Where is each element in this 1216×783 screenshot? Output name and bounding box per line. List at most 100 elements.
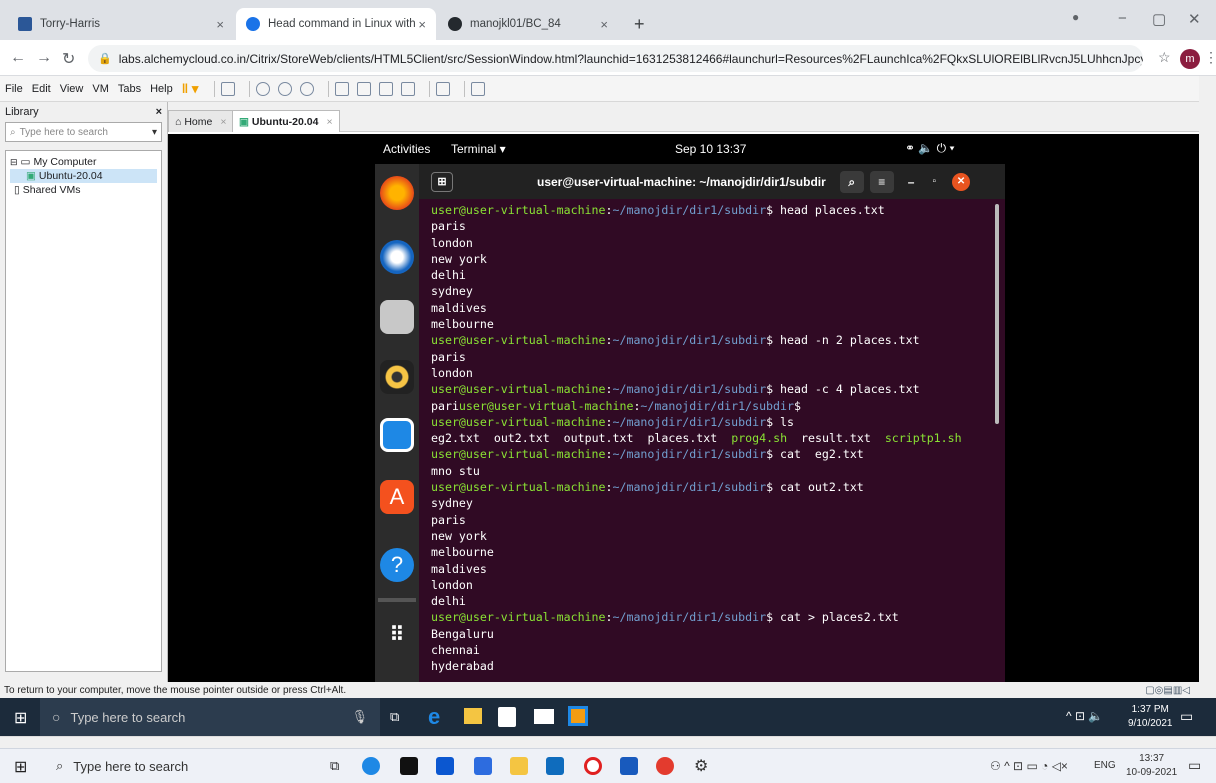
show-library-icon[interactable] [335, 81, 350, 96]
browser-tab-github[interactable]: manojkl01/BC_84 × [438, 8, 618, 40]
firefox-icon[interactable] [380, 176, 414, 210]
stretch-guest-icon[interactable] [471, 81, 486, 96]
tab-ubuntu[interactable]: ▣ Ubuntu-20.04 × [232, 110, 340, 132]
browser-tab-torry-harris[interactable]: Torry-Harris × [8, 8, 234, 40]
terminal-app-menu[interactable]: Terminal ▾ [451, 142, 506, 156]
close-tab-icon[interactable]: × [220, 116, 226, 128]
settings-gear-icon[interactable]: ⚙ [694, 756, 708, 776]
minimize-icon[interactable]: – [908, 175, 915, 189]
tab-search-icon[interactable]: ● [1072, 10, 1079, 24]
maximize-icon[interactable]: ▢ [1152, 10, 1166, 28]
language-indicator[interactable]: ENG [1094, 760, 1116, 771]
vm-console[interactable]: Activities Terminal ▾ Sep 10 13:37 ⚭ 🔈 ⏻… [168, 134, 1199, 682]
horizontal-scrollbar[interactable] [0, 736, 1216, 748]
store-icon[interactable] [400, 757, 418, 775]
menu-vm[interactable]: VM [92, 83, 109, 95]
windows-start-icon[interactable]: ⊞ [14, 757, 27, 777]
url-field[interactable]: 🔒 labs.alchemycloud.co.in/Citrix/StoreWe… [88, 45, 1143, 72]
close-icon[interactable]: ✕ [952, 172, 971, 191]
opera-icon[interactable] [584, 757, 602, 775]
search-icon[interactable]: ⌕ [839, 170, 864, 193]
visual-studio-icon[interactable] [474, 757, 492, 775]
send-ctrl-alt-del-icon[interactable] [221, 81, 236, 96]
menu-help[interactable]: Help [150, 83, 173, 95]
mail-icon[interactable] [534, 709, 554, 724]
file-explorer-icon[interactable] [510, 757, 528, 775]
close-library-icon[interactable]: × [156, 106, 162, 118]
back-icon[interactable]: ← [10, 49, 26, 67]
maximize-icon[interactable]: ▫ [932, 176, 936, 187]
tree-item-shared-vms[interactable]: ▯ Shared VMs [10, 183, 157, 197]
vmware-icon[interactable] [568, 706, 588, 726]
menu-tabs[interactable]: Tabs [118, 83, 141, 95]
help-icon[interactable]: ? [380, 548, 414, 582]
notifications-icon[interactable]: ▭ [1188, 757, 1201, 774]
system-tray-icons[interactable]: ⚇ ^ ⊡ ▭ ◔ ◁× [990, 759, 1068, 773]
chevron-down-icon[interactable]: ▾ [152, 127, 157, 138]
snapshot-icon[interactable] [256, 81, 271, 96]
library-search-input[interactable]: ⌕ Type here to search ▾ [5, 122, 162, 142]
files-icon[interactable] [380, 300, 414, 334]
page-scrollbar[interactable] [1199, 76, 1216, 736]
inner-clock[interactable]: 1:37 PM 9/10/2021 [1128, 703, 1173, 731]
profile-avatar[interactable]: m [1180, 49, 1200, 69]
bookmark-star-icon[interactable]: ☆ [1158, 49, 1171, 66]
edge-icon[interactable] [362, 757, 380, 775]
menu-file[interactable]: File [5, 83, 23, 95]
outer-search-box[interactable]: ⌕ Type here to search [48, 749, 298, 783]
terminal-output[interactable]: user@user-virtual-machine:~/manojdir/dir… [419, 199, 1005, 675]
hamburger-menu-icon[interactable]: ≡ [869, 170, 894, 193]
close-tab-icon[interactable]: × [326, 116, 332, 128]
tab-home[interactable]: ⌂ Home × [168, 110, 234, 132]
close-tab-icon[interactable]: × [600, 17, 608, 32]
tree-item-ubuntu[interactable]: ▣ Ubuntu-20.04 [10, 169, 157, 183]
system-tray-icons[interactable]: ^ ⊡ 🔈 [1066, 709, 1103, 723]
new-tab-icon[interactable]: ⊞ [431, 171, 453, 192]
rhythmbox-icon[interactable] [380, 360, 414, 394]
chrome-icon[interactable] [656, 757, 674, 775]
new-tab-button[interactable]: + [624, 8, 654, 40]
inner-search-box[interactable]: ○ Type here to search 🎙 [40, 698, 380, 736]
file-explorer-icon[interactable] [464, 708, 482, 724]
outer-clock[interactable]: 13:37 10-09-2021 [1126, 752, 1177, 780]
device-status-icons[interactable]: ▢◎▤▥◁ [1145, 685, 1190, 696]
windows-start-icon[interactable]: ⊞ [14, 708, 27, 728]
unity-icon[interactable] [401, 81, 416, 96]
mail-icon[interactable] [546, 757, 564, 775]
clock[interactable]: Sep 10 13:37 [675, 142, 746, 156]
edge-icon[interactable]: e [428, 704, 440, 730]
terminal-window[interactable]: ⊞ user@user-virtual-machine: ~/manojdir/… [419, 164, 1005, 682]
close-window-icon[interactable]: ✕ [1188, 10, 1201, 28]
full-screen-icon[interactable] [379, 81, 394, 96]
tree-item-my-computer[interactable]: ⊟ ▭ My Computer [10, 155, 157, 169]
forward-icon[interactable]: → [36, 49, 52, 67]
terminal-scrollbar[interactable] [995, 204, 999, 424]
task-view-icon[interactable]: ⧉ [330, 758, 339, 774]
store-icon[interactable] [498, 707, 516, 727]
snapshot-manager-icon[interactable] [300, 81, 315, 96]
console-view-icon[interactable] [436, 81, 451, 96]
notifications-icon[interactable]: ▭ [1180, 708, 1193, 725]
thumbnail-bar-icon[interactable] [357, 81, 372, 96]
system-tray-icons[interactable]: ⚭ 🔈 ⏻ ▾ [905, 141, 955, 156]
minimize-icon[interactable]: − [1118, 10, 1127, 27]
libreoffice-writer-icon[interactable] [380, 418, 414, 452]
dropbox-icon[interactable] [436, 757, 454, 775]
task-view-icon[interactable]: ⧉ [390, 709, 399, 725]
close-tab-icon[interactable]: × [216, 17, 224, 32]
menu-dots-icon[interactable]: ⋮ [1204, 49, 1216, 66]
close-tab-icon[interactable]: × [418, 17, 426, 32]
software-icon[interactable]: A [380, 480, 414, 514]
menu-edit[interactable]: Edit [32, 83, 51, 95]
browser-tab-head-command[interactable]: Head command in Linux with exa × [236, 8, 436, 40]
thunderbird-icon[interactable] [380, 240, 414, 274]
menu-view[interactable]: View [60, 83, 84, 95]
pause-icon[interactable]: ‖ ▾ [182, 81, 199, 97]
word-icon[interactable] [620, 757, 638, 775]
reload-icon[interactable]: ↻ [62, 49, 75, 69]
activities-button[interactable]: Activities [383, 142, 430, 156]
microphone-icon[interactable]: 🎙 [351, 709, 368, 725]
revert-snapshot-icon[interactable] [278, 81, 293, 96]
show-applications-icon[interactable]: ⠿ [380, 620, 414, 654]
ls-entry: eg2.txt [431, 431, 480, 446]
